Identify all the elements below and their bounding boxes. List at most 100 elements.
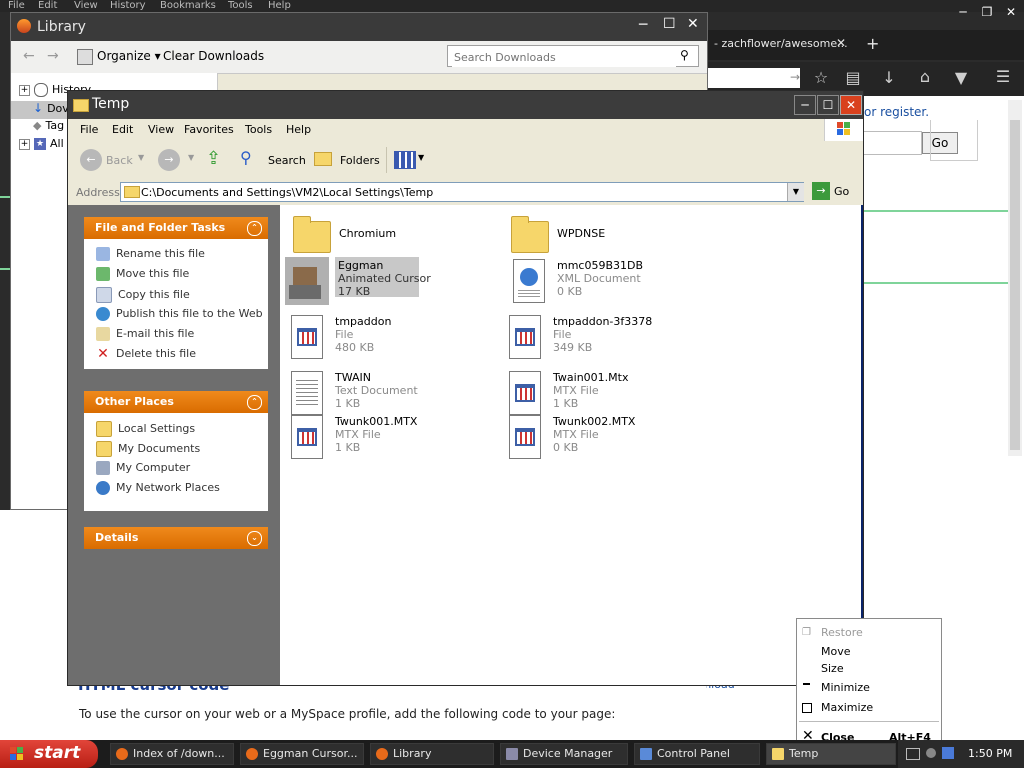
maximize-icon[interactable]: ☐ (817, 95, 839, 115)
menu-file[interactable]: File (8, 0, 25, 11)
start-button[interactable]: start (0, 740, 98, 768)
my-computer-link[interactable]: My Computer (96, 461, 190, 479)
chevron-down-icon[interactable]: ▼ (418, 153, 424, 162)
local-settings-link[interactable]: Local Settings (96, 421, 195, 439)
menu-help[interactable]: Help (286, 123, 311, 136)
taskbar-button-temp[interactable]: Temp (766, 743, 896, 765)
minimize-icon[interactable]: ─ (639, 17, 647, 33)
network-icon[interactable] (942, 747, 954, 759)
new-tab-icon[interactable]: + (866, 34, 879, 53)
delete-file-link[interactable]: ✕ Delete this file (96, 347, 196, 365)
taskbar-button-control-panel[interactable]: Control Panel (634, 743, 760, 765)
taskbar-button-library[interactable]: Library (370, 743, 494, 765)
views-icon[interactable] (394, 151, 416, 169)
chevron-down-icon[interactable]: ▼ (787, 183, 804, 201)
search-icon[interactable]: ⚲ (680, 48, 689, 62)
menu-item-maximize[interactable]: Maximize (821, 701, 873, 714)
tree-item-all-bookmarks[interactable]: + ★ All t (19, 137, 71, 155)
folders-button[interactable]: Folders (340, 154, 380, 167)
back-arrow-icon[interactable]: ← (23, 48, 35, 64)
tab-close-icon[interactable]: ✕ (836, 36, 846, 50)
menu-edit[interactable]: Edit (112, 123, 133, 136)
menu-tools[interactable]: Tools (245, 123, 272, 136)
login-input[interactable] (862, 131, 922, 155)
download-icon[interactable]: ↓ (878, 68, 900, 87)
back-arrow-icon[interactable]: ← (80, 149, 102, 171)
taskbar-button-eggman[interactable]: Eggman Cursor... (240, 743, 364, 765)
expand-icon[interactable]: + (19, 84, 30, 96)
go-arrow-icon[interactable]: → (812, 182, 830, 200)
menu-tools[interactable]: Tools (228, 0, 253, 11)
collapse-icon[interactable]: ⌃ (247, 395, 262, 410)
menu-favorites[interactable]: Favorites (184, 123, 234, 136)
menu-help[interactable]: Help (268, 0, 291, 11)
menu-bookmarks[interactable]: Bookmarks (160, 0, 216, 11)
file-folder-tasks-header[interactable]: File and Folder Tasks ⌃ (84, 217, 268, 239)
menu-hamburger-icon[interactable]: ☰ (992, 67, 1014, 86)
move-file-link[interactable]: Move this file (96, 267, 189, 285)
search-icon[interactable]: ⚲ (240, 148, 252, 167)
search-button[interactable]: Search (268, 154, 306, 167)
copy-file-link[interactable]: Copy this file (96, 287, 190, 305)
keyboard-icon[interactable] (906, 748, 920, 760)
go-arrow-icon[interactable]: → (784, 70, 806, 84)
minimize-icon[interactable]: ─ (954, 4, 972, 20)
organize-button[interactable]: Organize ▾ (97, 49, 161, 63)
search-downloads-input[interactable] (452, 47, 676, 67)
rename-file-link[interactable]: Rename this file (96, 247, 205, 265)
expand-icon[interactable]: + (19, 138, 30, 150)
tree-item-tags[interactable]: ◆ Tag (33, 119, 64, 137)
tab-title[interactable]: - zachflower/awesome... (714, 37, 848, 50)
chevron-down-icon[interactable]: ▼ (188, 153, 194, 162)
file-item-selected[interactable]: Eggman Animated Cursor 17 KB (285, 257, 495, 309)
taskbar-button-index[interactable]: Index of /down... (110, 743, 234, 765)
register-link[interactable]: or register. (864, 105, 929, 119)
search-downloads-field[interactable]: ⚲ (447, 45, 699, 67)
bookmark-star-icon[interactable]: ☆ (810, 68, 832, 87)
expand-icon[interactable]: ⌄ (247, 531, 262, 546)
restore-icon[interactable]: ❐ (978, 4, 996, 20)
file-item[interactable]: Twunk002.MTX MTX File 0 KB (503, 413, 713, 465)
up-folder-icon[interactable]: ⇪ (206, 148, 221, 169)
file-item[interactable]: tmpaddon File 480 KB (285, 313, 495, 365)
other-places-header[interactable]: Other Places ⌃ (84, 391, 268, 413)
pocket-icon[interactable]: ▼ (950, 68, 972, 87)
chevron-down-icon[interactable]: ▼ (138, 153, 144, 162)
close-icon[interactable]: ✕ (840, 95, 862, 115)
file-item[interactable]: mmc059B31DB XML Document 0 KB (507, 257, 717, 309)
minimize-icon[interactable]: ─ (794, 95, 816, 115)
menu-item-move[interactable]: Move (821, 645, 851, 658)
maximize-icon[interactable]: ☐ (663, 16, 676, 32)
bookmarks-list-icon[interactable]: ▤ (842, 68, 864, 87)
menu-history[interactable]: History (110, 0, 146, 11)
my-documents-link[interactable]: My Documents (96, 441, 200, 459)
taskbar-button-device-manager[interactable]: Device Manager (500, 743, 628, 765)
speaker-icon[interactable] (926, 748, 936, 758)
menu-item-size[interactable]: Size (821, 662, 844, 675)
menu-view[interactable]: View (148, 123, 174, 136)
clear-downloads-button[interactable]: Clear Downloads (163, 49, 264, 63)
my-network-places-link[interactable]: My Network Places (96, 481, 220, 499)
menu-item-restore[interactable]: Restore (821, 626, 863, 639)
file-item[interactable]: TWAIN Text Document 1 KB (285, 369, 495, 421)
close-icon[interactable]: ✕ (687, 16, 699, 32)
email-file-link[interactable]: E-mail this file (96, 327, 194, 345)
go-button[interactable]: Go (834, 185, 849, 198)
forward-arrow-icon[interactable]: → (158, 149, 180, 171)
library-titlebar[interactable]: Library ─ ☐ ✕ (11, 13, 707, 41)
forward-arrow-icon[interactable]: → (47, 48, 59, 64)
menu-file[interactable]: File (80, 123, 98, 136)
close-icon[interactable]: ✕ (1002, 4, 1020, 20)
explorer-titlebar[interactable]: Temp ─ ☐ ✕ (68, 91, 863, 119)
publish-file-link[interactable]: Publish this file to the Web (96, 307, 263, 325)
file-item[interactable]: tmpaddon-3f3378 File 349 KB (503, 313, 713, 365)
back-button[interactable]: Back (106, 154, 133, 167)
collapse-icon[interactable]: ⌃ (247, 221, 262, 236)
details-header[interactable]: Details ⌄ (84, 527, 268, 549)
menu-view[interactable]: View (74, 0, 98, 11)
address-input[interactable]: C:\Documents and Settings\VM2\Local Sett… (120, 182, 804, 202)
scrollbar-thumb[interactable] (1010, 120, 1020, 450)
menu-edit[interactable]: Edit (38, 0, 57, 11)
menu-item-minimize[interactable]: Minimize (821, 681, 870, 694)
home-icon[interactable]: ⌂ (914, 67, 936, 86)
